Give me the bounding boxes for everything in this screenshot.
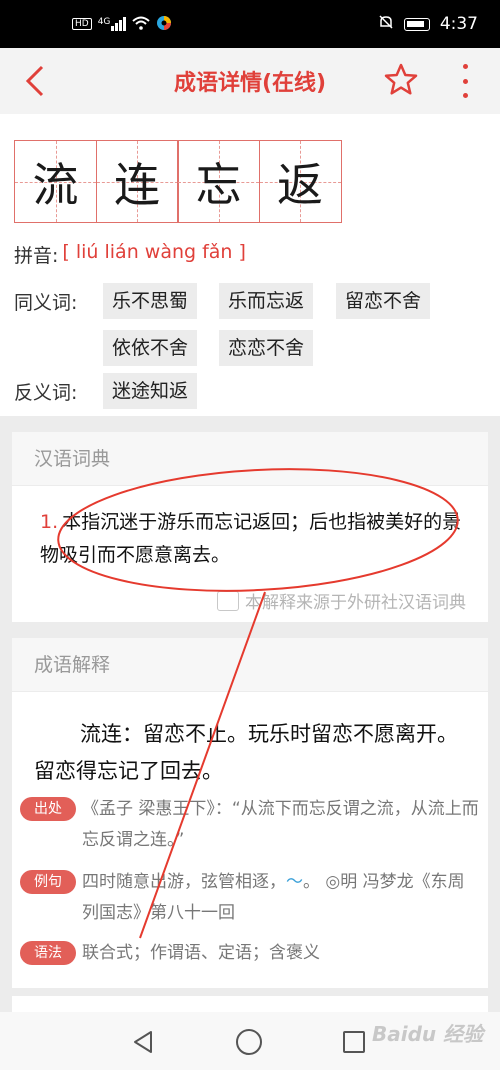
explanation-section-title: 成语解释 (12, 638, 488, 692)
status-right: 4:37 (378, 14, 478, 35)
more-dot-icon (462, 78, 468, 84)
antonyms-label: 反义词: (14, 382, 78, 404)
dictionary-source: 本解释来源于外研社汉语词典 (217, 588, 466, 613)
page-title: 成语详情(在线) (173, 71, 327, 96)
pinyin-value: [ liú lián wàng fǎn ] (62, 241, 246, 263)
synonym-tag[interactable]: 依依不舍 (103, 330, 198, 366)
idiom-char-cell: 忘 (177, 140, 260, 223)
more-menu-button[interactable] (455, 64, 475, 98)
nav-home-icon[interactable] (236, 1029, 262, 1055)
mute-icon (378, 14, 394, 35)
synonym-tag[interactable]: 乐而忘返 (219, 283, 314, 319)
definition-text: 本指沉迷于游乐而忘记返回；后也指被美好的景物吸引而不愿意离去。 (40, 511, 462, 566)
antonym-tag[interactable]: 迷途知返 (103, 373, 198, 409)
idiom-char-cell: 连 (95, 140, 179, 223)
dictionary-section-title: 汉语词典 (12, 432, 488, 486)
nav-back-icon[interactable] (132, 1030, 154, 1054)
baidu-watermark: Baidu 经验 (372, 1022, 484, 1046)
pinyin-label: 拼音: (14, 245, 59, 267)
example-text: 四时随意出游，弦管相逐，～。 ◎明 冯梦龙《东周列国志》第八十一回 (82, 872, 465, 923)
hd-icon: HD (72, 18, 92, 30)
origin-text: 《孟子 梁惠王下》：“从流下而忘反谓之流，从流上而忘反谓之连。” (82, 799, 479, 850)
dictionary-source-text: 本解释来源于外研社汉语词典 (245, 593, 466, 613)
explanation-text: 流连：留恋不止。玩乐时留恋不愿离开。留恋得忘记了回去。 (34, 722, 458, 783)
grammar-badge: 语法 (20, 941, 76, 965)
more-dot-icon (462, 64, 468, 69)
app-bar: 成语详情(在线) (0, 48, 500, 114)
idiom-char-cell: 流 (14, 140, 97, 223)
example-row: 例句 四时随意出游，弦管相逐，～。 ◎明 冯梦龙《东周列国志》第八十一回 (20, 867, 480, 929)
origin-row: 出处 《孟子 梁惠王下》：“从流下而忘反谓之流，从流上而忘反谓之连。” (20, 794, 480, 856)
nav-recents-icon[interactable] (343, 1031, 365, 1053)
dictionary-definition: 1. 本指沉迷于游乐而忘记返回；后也指被美好的景物吸引而不愿意离去。 (40, 506, 470, 572)
explanation-section: 成语解释 流连：留恋不止。玩乐时留恋不愿离开。留恋得忘记了回去。 出处 《孟子 … (12, 638, 488, 988)
book-icon (217, 590, 239, 611)
more-dot-icon (462, 93, 468, 98)
status-time: 4:37 (439, 14, 478, 34)
synonyms-label: 同义词: (14, 292, 78, 314)
grammar-text: 联合式；作谓语、定语；含褒义 (82, 943, 320, 963)
favorite-button[interactable] (383, 62, 419, 98)
status-bar: HD 4G 4:37 (0, 0, 500, 48)
idiom-char-grid: 流 连 忘 返 (14, 140, 342, 223)
example-badge: 例句 (20, 870, 76, 894)
idiom-char-cell: 返 (258, 140, 342, 223)
pinyin-row: 拼音: [ liú lián wàng fǎn ] (14, 241, 246, 268)
idiom-placeholder-tilde: ～ (286, 872, 303, 892)
star-icon (384, 63, 418, 95)
wifi-icon (132, 16, 151, 33)
app-icon (156, 15, 172, 34)
definition-number: 1. (40, 511, 59, 533)
status-icons: HD 4G (72, 15, 172, 34)
4g-signal-icon: 4G (98, 17, 127, 31)
grammar-row: 语法 联合式；作谓语、定语；含褒义 (20, 938, 480, 969)
synonym-tag[interactable]: 留恋不舍 (336, 283, 431, 319)
synonym-tag[interactable]: 乐不思蜀 (103, 283, 198, 319)
origin-badge: 出处 (20, 797, 76, 821)
dictionary-section: 汉语词典 1. 本指沉迷于游乐而忘记返回；后也指被美好的景物吸引而不愿意离去。 本… (12, 432, 488, 622)
battery-icon (403, 17, 430, 31)
synonym-tag[interactable]: 恋恋不舍 (219, 330, 314, 366)
